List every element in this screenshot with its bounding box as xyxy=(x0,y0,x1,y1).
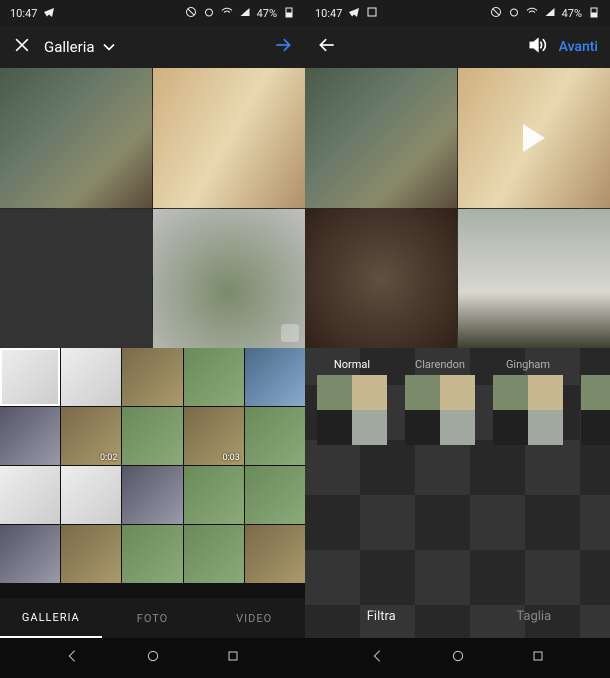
close-icon[interactable] xyxy=(12,35,32,59)
tab-foto[interactable]: FOTO xyxy=(102,598,204,638)
filter-option-clarendon[interactable]: Clarendon xyxy=(405,358,475,445)
gallery-thumb[interactable] xyxy=(0,525,60,583)
filter-preview xyxy=(317,375,387,445)
filter-option-gingham[interactable]: Gingham xyxy=(493,358,563,445)
tab-galleria[interactable]: GALLERIA xyxy=(0,598,102,638)
signal-icon xyxy=(544,6,556,21)
telegram-icon xyxy=(348,6,360,21)
selected-media-preview xyxy=(0,68,305,348)
battery-icon xyxy=(283,6,295,21)
tab-filtra[interactable]: Filtra xyxy=(305,594,458,638)
media-tile[interactable] xyxy=(0,68,152,208)
gallery-thumb[interactable] xyxy=(122,348,182,406)
filter-preview xyxy=(493,375,563,445)
android-nav-bar xyxy=(305,638,610,678)
android-nav-bar xyxy=(0,638,305,678)
tab-taglia[interactable]: Taglia xyxy=(458,594,610,638)
filter-preview xyxy=(581,375,610,445)
gallery-thumb[interactable] xyxy=(61,348,121,406)
gallery-thumb[interactable] xyxy=(0,466,60,524)
gallery-source-dropdown[interactable]: Galleria xyxy=(44,37,119,57)
alarm-icon xyxy=(203,6,215,21)
dnd-icon xyxy=(490,6,502,21)
nav-recent-icon[interactable] xyxy=(225,648,241,668)
preview-tile[interactable] xyxy=(458,209,610,349)
video-duration: 0:02 xyxy=(100,453,117,463)
multi-select-icon xyxy=(281,324,299,342)
gallery-thumb[interactable] xyxy=(0,348,60,406)
nav-back-icon[interactable] xyxy=(64,648,80,668)
gallery-thumb[interactable] xyxy=(245,348,305,406)
preview-tile[interactable] xyxy=(305,68,457,208)
gallery-thumb[interactable] xyxy=(184,525,244,583)
next-button[interactable]: Avanti xyxy=(559,39,598,55)
gallery-thumbnails: 0:02 0:03 xyxy=(0,348,305,598)
media-tile-empty xyxy=(0,209,152,349)
gallery-thumb[interactable] xyxy=(184,466,244,524)
filter-label: Normal xyxy=(334,358,370,371)
video-duration: 0:03 xyxy=(222,453,239,463)
filter-preview xyxy=(405,375,475,445)
gallery-thumb[interactable] xyxy=(245,407,305,465)
nav-home-icon[interactable] xyxy=(450,648,466,668)
gallery-thumb[interactable]: 0:02 xyxy=(61,407,121,465)
gallery-thumb[interactable] xyxy=(184,348,244,406)
preview-tile[interactable] xyxy=(305,209,457,349)
nav-recent-icon[interactable] xyxy=(530,648,546,668)
image-icon xyxy=(366,6,378,21)
edit-mode-tabs: Filtra Taglia xyxy=(305,594,610,638)
nav-home-icon[interactable] xyxy=(145,648,161,668)
gallery-thumb[interactable] xyxy=(61,525,121,583)
gallery-thumb[interactable] xyxy=(122,466,182,524)
gallery-thumb[interactable]: 0:03 xyxy=(184,407,244,465)
gallery-thumb[interactable] xyxy=(122,407,182,465)
top-bar: Avanti xyxy=(305,26,610,68)
top-bar: Galleria xyxy=(0,26,305,68)
filter-option-more[interactable]: M xyxy=(581,358,610,445)
nav-back-icon[interactable] xyxy=(369,648,385,668)
gallery-title: Galleria xyxy=(44,38,95,56)
gallery-picker-screen: 10:47 47% Galleria xyxy=(0,0,305,678)
wifi-icon xyxy=(526,6,538,21)
tab-video[interactable]: VIDEO xyxy=(203,598,305,638)
wifi-icon xyxy=(221,6,233,21)
battery-icon xyxy=(588,6,600,21)
status-bar: 10:47 47% xyxy=(305,0,610,26)
status-bar: 10:47 47% xyxy=(0,0,305,26)
chevron-down-icon xyxy=(99,37,119,57)
filter-label: Clarendon xyxy=(415,358,465,371)
battery-text: 47% xyxy=(562,7,582,20)
status-time: 10:47 xyxy=(315,7,342,20)
signal-icon xyxy=(239,6,251,21)
back-arrow-icon[interactable] xyxy=(317,35,337,59)
sound-icon[interactable] xyxy=(527,35,547,59)
dnd-icon xyxy=(185,6,197,21)
edit-preview-grid xyxy=(305,68,610,348)
next-arrow-icon[interactable] xyxy=(273,35,293,59)
gallery-thumb[interactable] xyxy=(245,525,305,583)
filter-label: Gingham xyxy=(506,358,550,371)
gallery-thumb[interactable] xyxy=(122,525,182,583)
status-time: 10:47 xyxy=(10,7,37,20)
filter-option-normal[interactable]: Normal xyxy=(317,358,387,445)
filter-edit-screen: 10:47 47% Avanti xyxy=(305,0,610,678)
preview-tile[interactable] xyxy=(458,68,610,208)
telegram-icon xyxy=(43,6,55,21)
source-tabs: GALLERIA FOTO VIDEO xyxy=(0,598,305,638)
media-tile[interactable] xyxy=(153,209,305,349)
alarm-icon xyxy=(508,6,520,21)
gallery-thumb[interactable] xyxy=(0,407,60,465)
filter-strip: Normal Clarendon Gingham M xyxy=(305,348,610,445)
gallery-thumb[interactable] xyxy=(245,466,305,524)
battery-text: 47% xyxy=(257,7,277,20)
gallery-thumb[interactable] xyxy=(61,466,121,524)
media-tile[interactable] xyxy=(153,68,305,208)
play-icon xyxy=(523,124,545,152)
